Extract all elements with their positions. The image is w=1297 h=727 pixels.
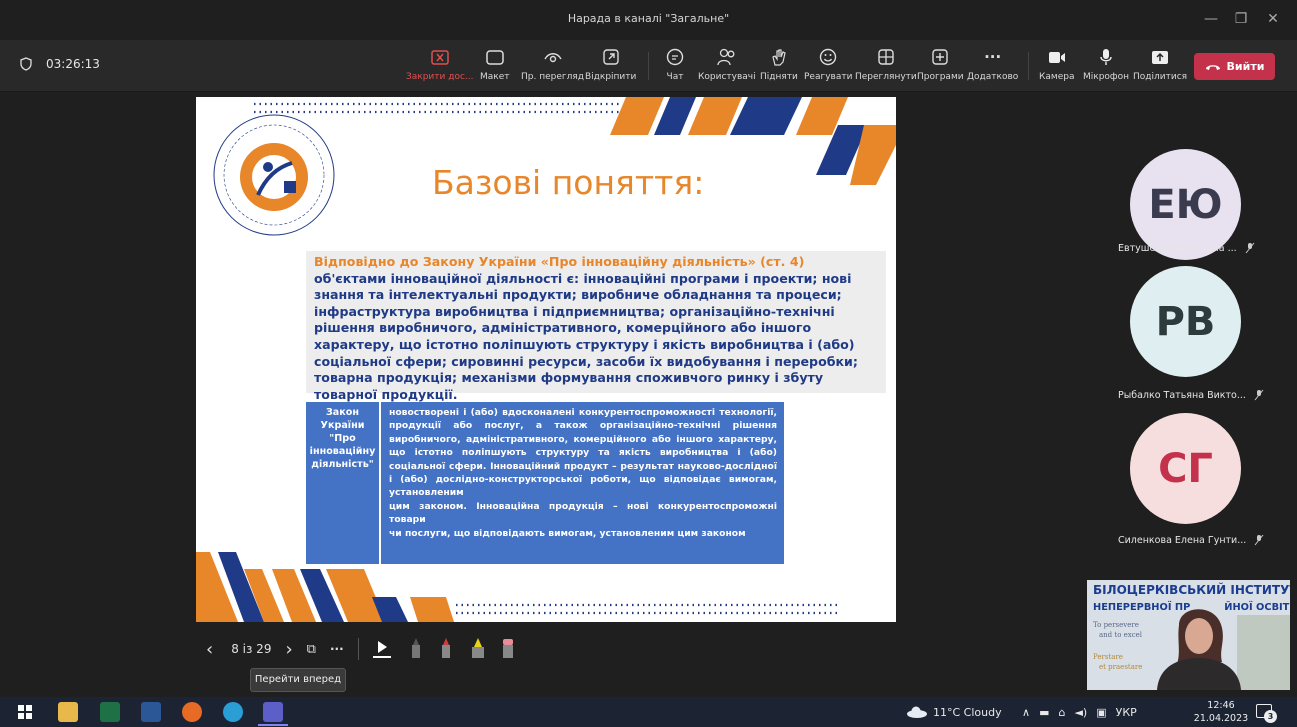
active-app-indicator — [258, 724, 288, 726]
prev-slide-icon[interactable]: ‹ — [206, 639, 213, 660]
pen-red-icon[interactable] — [439, 637, 453, 662]
self-video-tile[interactable]: БІЛОЦЕРКІВСЬКИЙ ІНСТИТУТ НЕПЕРЕРВНОЇ ПР Й… — [1087, 580, 1290, 690]
people-button[interactable]: Користувачі — [698, 46, 756, 86]
slide-counter: 8 із 29 — [231, 642, 272, 656]
next-slide-tooltip: Перейти вперед — [250, 668, 346, 692]
mic-icon — [1095, 46, 1117, 68]
timer-text: 03:26:13 — [46, 57, 100, 71]
share-icon — [1149, 46, 1171, 68]
avatar: СГ — [1130, 413, 1241, 524]
toolbar-divider — [648, 52, 649, 80]
smile-icon — [817, 46, 839, 68]
window-title: Нарада в каналі "Загальне" — [567, 12, 730, 25]
nav-divider — [357, 638, 359, 660]
file-explorer-icon[interactable] — [58, 702, 78, 722]
camera-button[interactable]: Камера — [1039, 46, 1074, 86]
shield-icon — [20, 57, 32, 71]
display-icon[interactable]: ▣ — [1096, 706, 1106, 719]
volume-icon[interactable]: ◄) — [1074, 706, 1087, 719]
eraser-icon[interactable] — [501, 637, 515, 662]
windows-start-icon[interactable] — [18, 705, 32, 719]
table-law-cell: Закон України "Про інноваційну діяльніст… — [306, 402, 381, 564]
slide-grid-icon[interactable]: ⧉ — [307, 642, 316, 657]
camera-icon — [1046, 46, 1068, 68]
meeting-toolbar: 03:26:13 Закрити дос... Макет Пр. перегл… — [0, 40, 1297, 92]
definition-table: Закон України "Про інноваційну діяльніст… — [306, 402, 784, 564]
apps-button[interactable]: Програми — [917, 46, 964, 86]
maximize-icon[interactable]: ❐ — [1230, 8, 1252, 30]
table-text-3: чи послуги, що відповідають вимогам, уст… — [389, 527, 746, 539]
minimize-icon[interactable]: — — [1200, 8, 1222, 30]
teams-icon[interactable] — [263, 702, 283, 722]
highlighter-icon[interactable] — [469, 637, 487, 662]
participant-name: Рыбалко Татьяна Викто... — [1118, 389, 1268, 401]
speaker-video — [1157, 609, 1290, 690]
slide-title: Базові поняття: — [432, 163, 705, 202]
stop-sharing-button[interactable]: Закрити дос... — [406, 46, 474, 86]
cloud-icon — [907, 706, 927, 718]
view-icon — [875, 46, 897, 68]
toolbar-divider — [1028, 52, 1029, 80]
mic-muted-icon — [1245, 242, 1255, 254]
more-icon: ··· — [984, 48, 1002, 66]
pen-black-icon[interactable] — [409, 637, 423, 662]
teams-meeting-window: Нарада в каналі "Загальне" — ❐ ✕ 03:26:1… — [0, 0, 1297, 727]
popout-icon — [600, 46, 622, 68]
pointer-tool-icon[interactable] — [372, 640, 391, 658]
eye-icon — [542, 46, 564, 68]
law-reference: Відповідно до Закону України «Про іннова… — [314, 254, 805, 269]
participant-name: Евтушенко Антонина ... — [1118, 242, 1268, 254]
microphone-button[interactable]: Мікрофон — [1083, 46, 1129, 86]
apps-icon — [929, 46, 951, 68]
layout-icon — [484, 46, 506, 68]
preview-button[interactable]: Пр. перегляд — [521, 46, 584, 86]
table-text-2: цим законом. Інноваційна продукція – нов… — [389, 500, 777, 526]
chat-icon — [664, 46, 686, 68]
word-icon[interactable] — [141, 702, 161, 722]
notification-count-badge: 3 — [1264, 710, 1277, 723]
table-text-1: новостворені і (або) вдосконалені конкур… — [389, 407, 777, 499]
network-icon[interactable]: ⌂ — [1058, 706, 1065, 719]
definition-paragraph: Відповідно до Закону України «Про іннова… — [314, 254, 876, 403]
people-icon — [716, 46, 738, 68]
view-button[interactable]: Переглянути — [855, 46, 917, 86]
leave-button[interactable]: Вийти — [1194, 53, 1275, 80]
table-definition-cell: новостворені і (або) вдосконалені конкур… — [383, 402, 783, 544]
edge-icon[interactable] — [223, 702, 243, 722]
close-icon[interactable]: ✕ — [1262, 8, 1284, 30]
share-button[interactable]: Поділитися — [1133, 46, 1187, 86]
mic-muted-icon — [1254, 534, 1264, 546]
title-bar: Нарада в каналі "Загальне" — ❐ ✕ — [0, 0, 1297, 40]
close-share-icon — [429, 46, 451, 68]
hangup-icon — [1205, 64, 1220, 70]
more-options-icon[interactable]: ··· — [330, 642, 344, 656]
raise-hand-button[interactable]: Підняти — [760, 46, 798, 86]
participant-name: Силенкова Елена Гунти... — [1118, 534, 1268, 546]
chat-button[interactable]: Чат — [664, 46, 686, 86]
chevron-up-icon[interactable]: ∧ — [1022, 706, 1030, 719]
battery-icon[interactable]: ▬ — [1039, 706, 1049, 719]
shared-slide: Базові поняття: Відповідно до Закону Укр… — [196, 97, 896, 622]
weather-widget[interactable]: 11°C Cloudy — [906, 697, 1002, 727]
excel-icon[interactable] — [100, 702, 120, 722]
firefox-icon[interactable] — [182, 702, 202, 722]
paragraph-body: об'єктами інноваційної діяльності є: інн… — [314, 270, 858, 402]
slide-navigation: ‹ 8 із 29 › ⧉ ··· — [200, 632, 515, 666]
avatar: РВ — [1130, 266, 1241, 377]
mic-muted-icon — [1254, 389, 1264, 401]
next-slide-icon[interactable]: › — [285, 639, 292, 660]
react-button[interactable]: Реагувати — [804, 46, 852, 86]
layout-button[interactable]: Макет — [480, 46, 510, 86]
more-button[interactable]: ··· Додатково — [967, 46, 1018, 86]
hand-icon — [768, 46, 790, 68]
clock[interactable]: 12:46 21.04.2023 — [1192, 699, 1250, 725]
system-tray: ∧ ▬ ⌂ ◄) ▣ УКР — [1022, 697, 1137, 727]
language-indicator[interactable]: УКР — [1116, 706, 1137, 719]
windows-taskbar: 11°C Cloudy ∧ ▬ ⌂ ◄) ▣ УКР 12:46 21.04.2… — [0, 697, 1297, 727]
meeting-timer: 03:26:13 — [20, 57, 100, 71]
department-logo — [213, 114, 335, 236]
popout-button[interactable]: Відкріпити — [585, 46, 636, 86]
